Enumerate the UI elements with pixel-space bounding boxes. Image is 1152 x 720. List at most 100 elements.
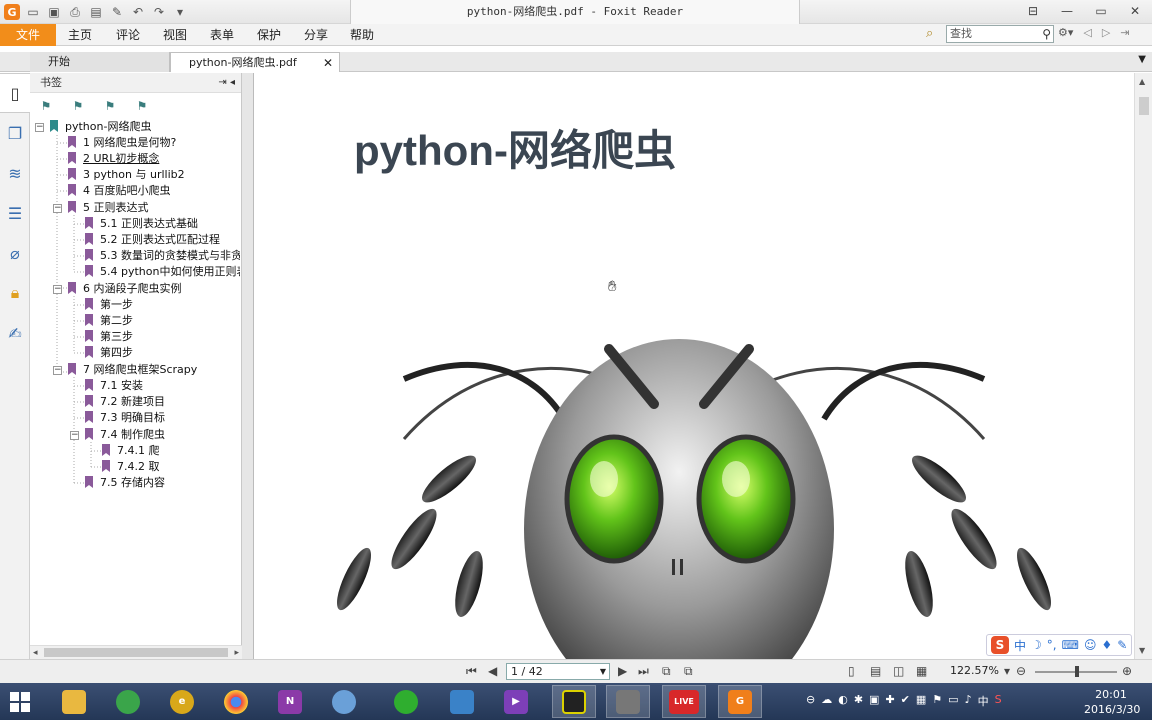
bookmark-item[interactable]: 5.4 python中如何使用正则表 bbox=[85, 264, 240, 280]
page-number-input[interactable]: 1 / 42 ▼ bbox=[506, 663, 610, 680]
layers-panel-icon[interactable]: ≋ bbox=[0, 153, 30, 193]
close-button[interactable]: ✕ bbox=[1118, 0, 1152, 22]
foxit-reader-taskbar-icon[interactable]: G bbox=[718, 685, 762, 718]
tray-ime-label[interactable]: 中 bbox=[978, 693, 989, 709]
moon-icon[interactable]: ☽ bbox=[1031, 638, 1042, 652]
collapse-panel-icon[interactable]: ⇥ ◂ bbox=[218, 73, 235, 93]
bookmark-root[interactable]: python-网络爬虫 bbox=[50, 119, 151, 135]
skin-icon[interactable]: ♦ bbox=[1101, 638, 1112, 652]
bookmark-item[interactable]: 6 内涵段子爬虫实例 bbox=[68, 281, 182, 297]
expand-bookmark-icon[interactable]: ⚑ bbox=[102, 98, 118, 114]
scroll-right-icon[interactable]: ▸ bbox=[234, 646, 239, 660]
tray-sogou-icon[interactable]: S bbox=[995, 693, 1002, 709]
previous-view-icon[interactable]: ⧉ bbox=[662, 664, 671, 679]
zoom-in-icon[interactable]: ⊕ bbox=[1122, 664, 1132, 678]
menu-view[interactable]: 视图 bbox=[163, 24, 187, 46]
live-app-icon[interactable]: LIVE bbox=[662, 685, 706, 718]
bookmarks-horizontal-scrollbar[interactable]: ◂ ▸ bbox=[30, 645, 242, 659]
collapse-toggle-icon[interactable]: − bbox=[53, 204, 62, 213]
tab-start[interactable]: 开始 bbox=[30, 52, 170, 72]
tab-document[interactable]: python-网络爬虫.pdf ✕ bbox=[170, 52, 340, 72]
bookmark-item[interactable]: 5.2 正则表达式匹配过程 bbox=[85, 232, 220, 248]
zoom-level[interactable]: 122.57% bbox=[950, 664, 999, 677]
attachments-panel-icon[interactable]: ⌀ bbox=[0, 233, 30, 273]
ribbon-toggle-button[interactable]: ⊟ bbox=[1016, 0, 1050, 22]
page-dropdown-icon[interactable]: ▼ bbox=[600, 664, 606, 679]
restore-button[interactable]: ▭ bbox=[1084, 0, 1118, 22]
bookmark-item[interactable]: 7 网络爬虫框架Scrapy bbox=[68, 362, 197, 378]
single-page-icon[interactable]: ▯ bbox=[848, 664, 855, 678]
bookmark-item[interactable]: 7.4.1 爬 bbox=[102, 443, 160, 459]
bookmark-item[interactable]: 第一步 bbox=[85, 297, 133, 313]
tray-flag-icon[interactable]: ⚑ bbox=[932, 693, 942, 709]
scroll-thumb[interactable] bbox=[44, 648, 228, 657]
menu-help[interactable]: 帮助 bbox=[350, 24, 374, 46]
onenote-icon[interactable]: N bbox=[268, 685, 312, 718]
user-icon[interactable]: ☺ bbox=[1084, 638, 1097, 652]
media-app-icon[interactable] bbox=[606, 685, 650, 718]
tray-shield-icon[interactable]: ✚ bbox=[885, 693, 894, 709]
chrome-icon[interactable] bbox=[214, 685, 258, 718]
bookmark-item[interactable]: 3 python 与 urllib2 bbox=[68, 167, 185, 183]
bookmark-item[interactable]: 7.3 明确目标 bbox=[85, 410, 165, 426]
redo-icon[interactable]: ↷ bbox=[151, 4, 167, 20]
bookmark-item[interactable]: 2 URL初步概念 bbox=[68, 151, 159, 167]
visual-studio-icon[interactable]: ▶ bbox=[494, 685, 538, 718]
bookmarks-panel-icon[interactable]: ▯ bbox=[0, 73, 30, 113]
menu-protect[interactable]: 保护 bbox=[257, 24, 281, 46]
windows-start-icon[interactable] bbox=[10, 692, 30, 712]
tray-stop-icon[interactable]: ⊖ bbox=[806, 693, 815, 709]
first-page-icon[interactable]: ⏮ bbox=[466, 664, 477, 679]
ime-mode-label[interactable]: 中 bbox=[1014, 637, 1026, 654]
tray-bluetooth-icon[interactable]: ✱ bbox=[854, 693, 863, 709]
zoom-slider-thumb[interactable] bbox=[1075, 666, 1079, 677]
search-icon[interactable]: ⚲ bbox=[1042, 26, 1051, 42]
tray-app-icon[interactable]: ◐ bbox=[838, 693, 848, 709]
bookmark-item[interactable]: 5 正则表达式 bbox=[68, 200, 149, 216]
add-bookmark-icon[interactable]: ⚑ bbox=[70, 98, 86, 114]
bookmark-item[interactable]: 第四步 bbox=[85, 345, 133, 361]
menu-share[interactable]: 分享 bbox=[304, 24, 328, 46]
find-bookmark-icon[interactable]: ⚑ bbox=[134, 98, 150, 114]
punctuation-icon[interactable]: °, bbox=[1047, 638, 1057, 652]
app-360-icon[interactable] bbox=[106, 685, 150, 718]
bookmark-item[interactable]: 7.4.2 取 bbox=[102, 459, 160, 475]
bookmark-item[interactable]: 第三步 bbox=[85, 329, 133, 345]
next-view-icon[interactable]: ▷ bbox=[1102, 26, 1110, 39]
green-app-icon[interactable] bbox=[384, 685, 428, 718]
tray-volume-icon[interactable]: ♪ bbox=[965, 693, 972, 709]
tray-network-icon[interactable]: ▦ bbox=[916, 693, 926, 709]
menu-file[interactable]: 文件 bbox=[0, 24, 56, 46]
bookmark-options-icon[interactable]: ⚑ bbox=[38, 98, 54, 114]
signature-panel-icon[interactable]: ✍ bbox=[0, 313, 30, 353]
next-page-icon[interactable]: ▶ bbox=[618, 664, 627, 678]
tray-battery-icon[interactable]: ▭ bbox=[948, 693, 958, 709]
scroll-left-icon[interactable]: ◂ bbox=[33, 646, 38, 660]
next-view-icon[interactable]: ⧉ bbox=[684, 664, 693, 679]
tab-close-icon[interactable]: ✕ bbox=[323, 53, 333, 73]
comments-panel-icon[interactable]: ☰ bbox=[0, 193, 30, 233]
scan-icon[interactable]: ▤ bbox=[88, 4, 104, 20]
scroll-down-icon[interactable]: ▼ bbox=[1139, 646, 1145, 655]
bookmark-item[interactable]: 7.1 安装 bbox=[85, 378, 143, 394]
security-panel-icon[interactable]: 🔒︎ bbox=[0, 273, 30, 313]
menu-comment[interactable]: 评论 bbox=[116, 24, 140, 46]
menu-form[interactable]: 表单 bbox=[210, 24, 234, 46]
undo-icon[interactable]: ↶ bbox=[130, 4, 146, 20]
pages-panel-icon[interactable]: ❐ bbox=[0, 113, 30, 153]
foxit-logo-icon[interactable]: G bbox=[4, 4, 20, 20]
new-document-icon[interactable]: ✎ bbox=[109, 4, 125, 20]
tray-check-icon[interactable]: ✔ bbox=[901, 693, 910, 709]
bookmark-item[interactable]: 7.4 制作爬虫 bbox=[85, 427, 165, 443]
collapse-toggle-icon[interactable]: − bbox=[70, 431, 79, 440]
collapse-toggle-icon[interactable]: − bbox=[53, 285, 62, 294]
document-vertical-scrollbar[interactable]: ▲ ▼ bbox=[1134, 73, 1152, 659]
bookmark-item[interactable]: 7.5 存储内容 bbox=[85, 475, 165, 491]
scroll-thumb[interactable] bbox=[1139, 97, 1149, 115]
settings-gear-icon[interactable]: ⚙▾ bbox=[1058, 26, 1073, 39]
bookmark-item[interactable]: 7.2 新建项目 bbox=[85, 394, 165, 410]
file-explorer-icon[interactable] bbox=[52, 685, 96, 718]
paint-icon[interactable] bbox=[322, 685, 366, 718]
minimize-button[interactable]: — bbox=[1050, 0, 1084, 22]
taskbar-clock[interactable]: 20:01 2016/3/30 bbox=[1084, 687, 1140, 717]
